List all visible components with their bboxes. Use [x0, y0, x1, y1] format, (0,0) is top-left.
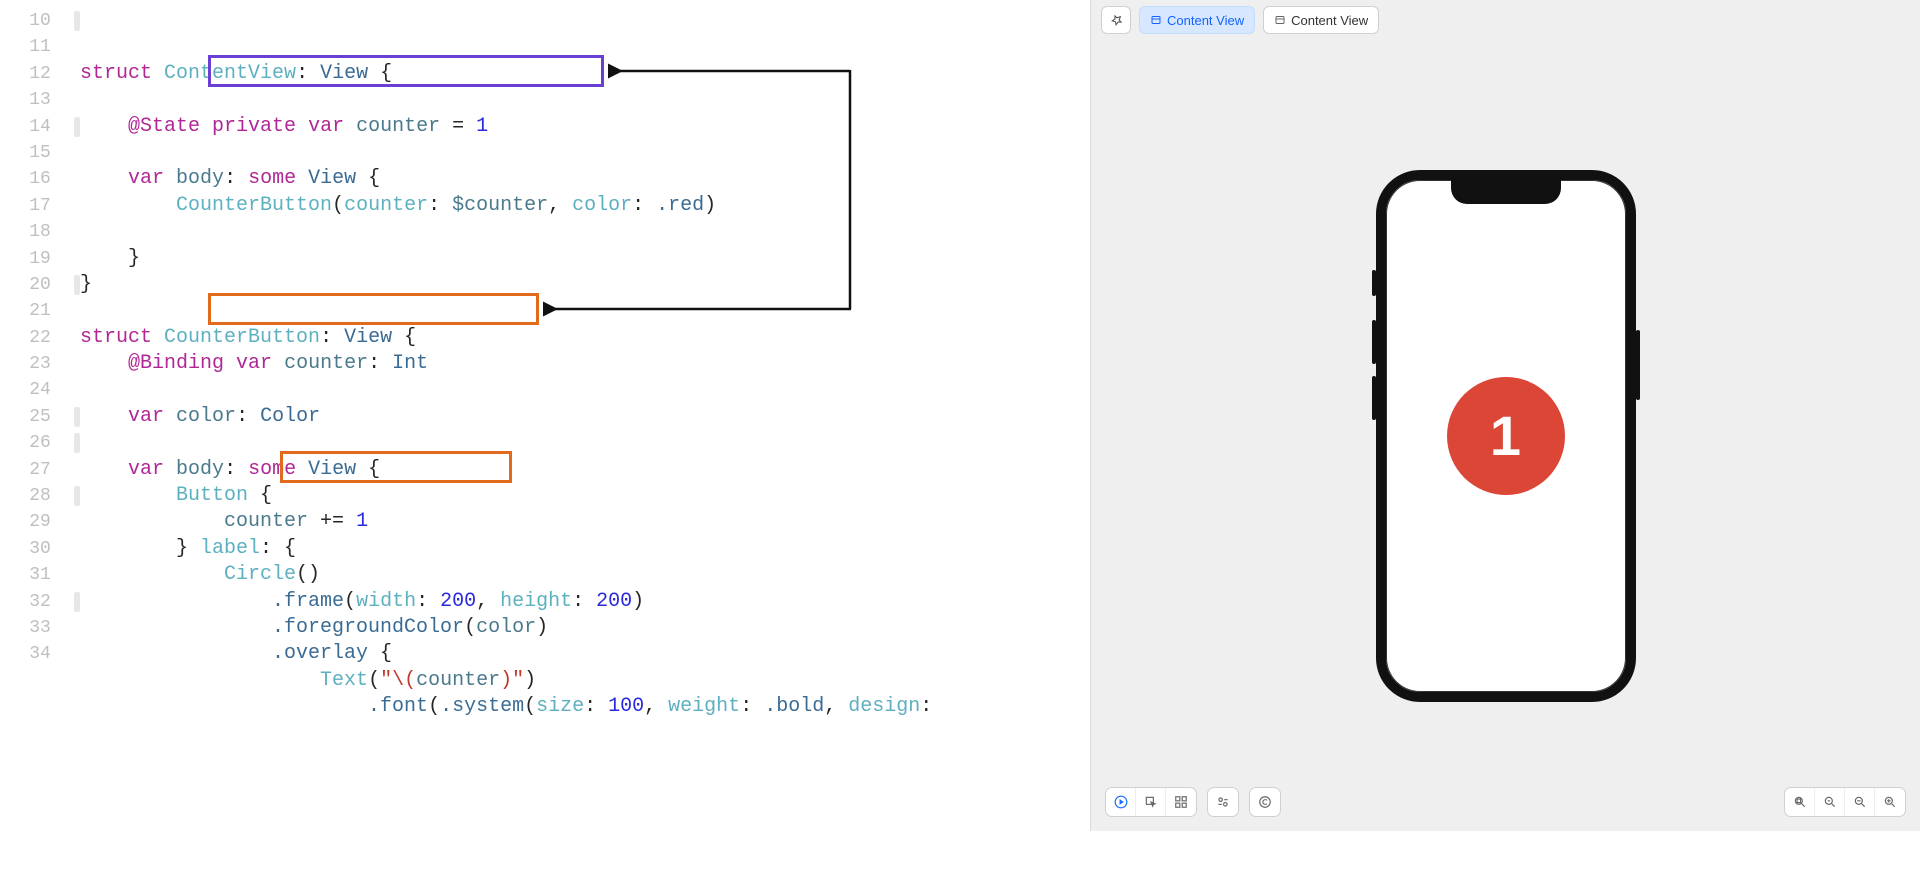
code-line[interactable]: Text("\(counter)")	[80, 668, 1090, 694]
preview-tab[interactable]: Content View	[1263, 6, 1379, 34]
preview-settings-button[interactable]	[1250, 788, 1280, 816]
device-side-button	[1372, 270, 1376, 296]
code-line[interactable]: counter += 1	[80, 509, 1090, 535]
live-preview-button[interactable]	[1106, 788, 1136, 816]
line-number: 33	[0, 615, 80, 641]
code-line[interactable]: .foregroundColor(color)	[80, 615, 1090, 641]
copyright-icon	[1258, 795, 1272, 809]
line-number: 28	[0, 483, 80, 509]
line-number: 19	[0, 246, 80, 272]
code-area[interactable]: struct ContentView: View { @State privat…	[80, 0, 1090, 831]
zoom-in-button[interactable]	[1875, 788, 1905, 816]
cursor-rect-icon	[1144, 795, 1158, 809]
device-side-button	[1372, 320, 1376, 364]
code-line[interactable]: @Binding var counter: Int	[80, 351, 1090, 377]
device-side-button	[1636, 330, 1640, 400]
preview-toolbar: Content View Content View	[1091, 0, 1920, 40]
preview-bottom-toolbar	[1105, 787, 1906, 817]
sliders-icon	[1216, 795, 1230, 809]
zoom-100-button[interactable]	[1815, 788, 1845, 816]
code-line[interactable]	[80, 378, 1090, 404]
struct-icon	[1150, 14, 1162, 26]
line-number: 13	[0, 87, 80, 113]
line-number: 26	[0, 430, 80, 456]
code-line[interactable]: struct ContentView: View {	[80, 61, 1090, 87]
preview-tab-label: Content View	[1291, 13, 1368, 28]
code-line[interactable]: .overlay {	[80, 641, 1090, 667]
variants-preview-button[interactable]	[1166, 788, 1196, 816]
code-line[interactable]: Button {	[80, 483, 1090, 509]
line-number: 21	[0, 298, 80, 324]
preview-canvas: 1	[1091, 40, 1920, 831]
line-number: 25	[0, 404, 80, 430]
line-number: 30	[0, 536, 80, 562]
zoom-fit-button[interactable]	[1785, 788, 1815, 816]
zoom-in-icon	[1883, 795, 1897, 809]
play-icon	[1114, 795, 1128, 809]
code-line[interactable]: var color: Color	[80, 404, 1090, 430]
line-number: 31	[0, 562, 80, 588]
line-number: 27	[0, 457, 80, 483]
line-number: 10	[0, 8, 80, 34]
line-number: 15	[0, 140, 80, 166]
code-editor[interactable]: 1011121314151617181920212223242526272829…	[0, 0, 1090, 831]
line-number: 17	[0, 193, 80, 219]
line-number: 20	[0, 272, 80, 298]
code-line[interactable]	[80, 140, 1090, 166]
line-gutter: 1011121314151617181920212223242526272829…	[0, 0, 80, 831]
line-number: 23	[0, 351, 80, 377]
struct-icon	[1274, 14, 1286, 26]
code-line[interactable]: CounterButton(counter: $counter, color: …	[80, 193, 1090, 219]
code-line[interactable]: } label: {	[80, 536, 1090, 562]
line-number: 32	[0, 589, 80, 615]
code-line[interactable]: }	[80, 272, 1090, 298]
line-number: 18	[0, 219, 80, 245]
zoom-actual-icon	[1823, 795, 1837, 809]
code-line[interactable]: Circle()	[80, 562, 1090, 588]
code-line[interactable]: var body: some View {	[80, 457, 1090, 483]
counter-value: 1	[1490, 403, 1521, 468]
grid-icon	[1174, 795, 1188, 809]
code-line[interactable]: struct CounterButton: View {	[80, 325, 1090, 351]
zoom-fit-icon	[1793, 795, 1807, 809]
device-settings-button[interactable]	[1208, 788, 1238, 816]
code-line[interactable]: @State private var counter = 1	[80, 114, 1090, 140]
line-number: 22	[0, 325, 80, 351]
line-number: 29	[0, 509, 80, 535]
code-line[interactable]	[80, 430, 1090, 456]
preview-tab-label: Content View	[1167, 13, 1244, 28]
device-frame-iphone: 1	[1376, 170, 1636, 702]
line-number: 16	[0, 166, 80, 192]
code-line[interactable]	[80, 219, 1090, 245]
line-number: 11	[0, 34, 80, 60]
line-number: 34	[0, 641, 80, 667]
line-number: 12	[0, 61, 80, 87]
line-number: 24	[0, 377, 80, 403]
pin-button[interactable]	[1101, 6, 1131, 34]
code-line[interactable]: .frame(width: 200, height: 200)	[80, 589, 1090, 615]
device-side-button	[1372, 376, 1376, 420]
selectable-preview-button[interactable]	[1136, 788, 1166, 816]
pin-icon	[1110, 14, 1123, 27]
code-line[interactable]: }	[80, 246, 1090, 272]
line-number: 14	[0, 114, 80, 140]
device-screen[interactable]: 1	[1386, 180, 1626, 692]
preview-pane: Content View Content View 1	[1090, 0, 1920, 831]
preview-tab[interactable]: Content View	[1139, 6, 1255, 34]
counter-button[interactable]: 1	[1447, 377, 1565, 495]
code-line[interactable]	[80, 298, 1090, 324]
code-line[interactable]: .font(.system(size: 100, weight: .bold, …	[80, 694, 1090, 720]
zoom-out-button[interactable]	[1845, 788, 1875, 816]
code-line[interactable]: var body: some View {	[80, 166, 1090, 192]
zoom-out-icon	[1853, 795, 1867, 809]
code-line[interactable]	[80, 87, 1090, 113]
